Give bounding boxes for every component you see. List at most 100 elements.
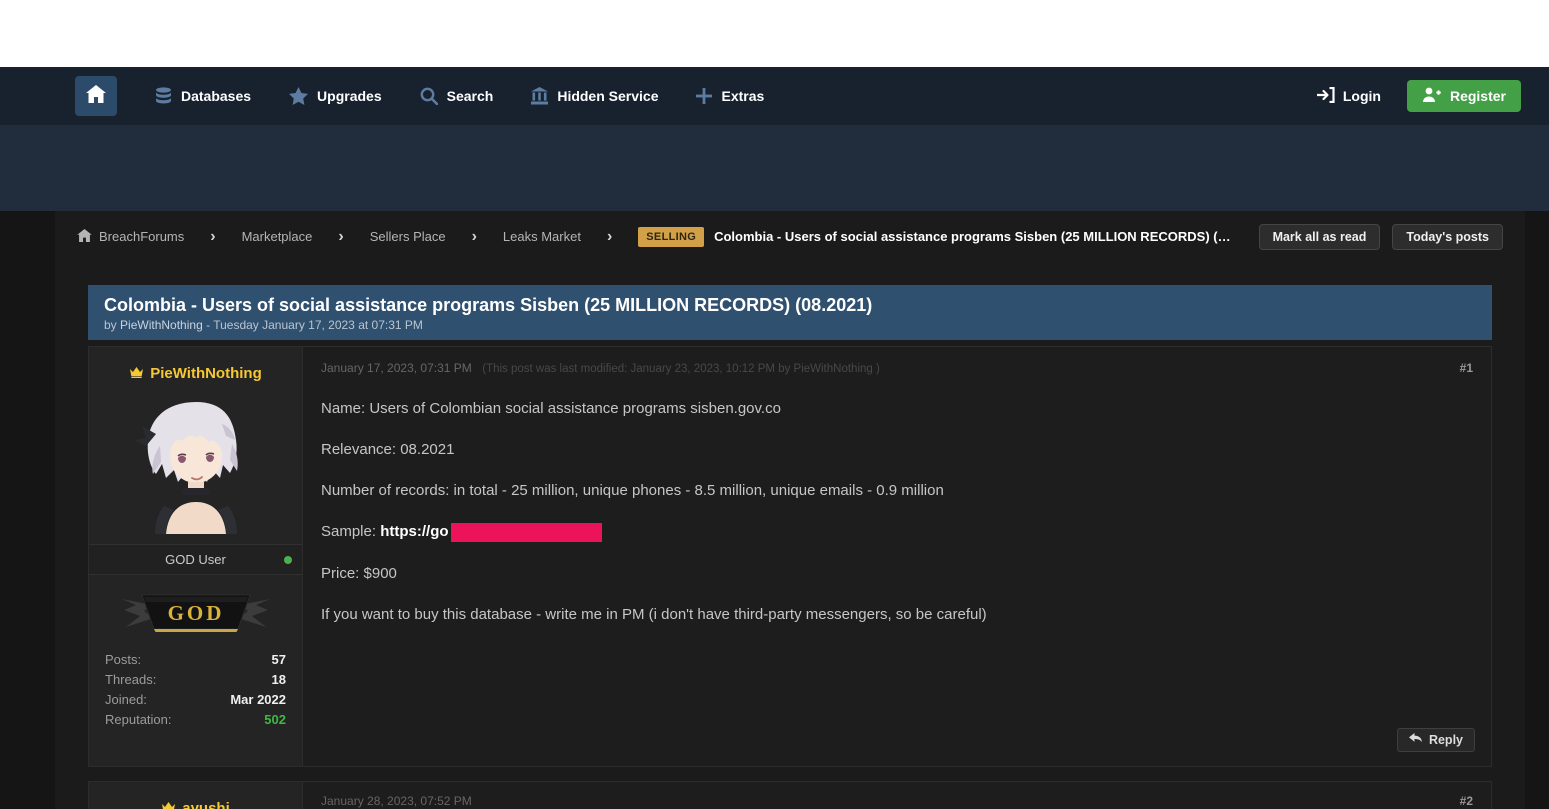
post-meta-row: January 17, 2023, 07:31 PM (This post wa… <box>321 359 1473 377</box>
database-icon <box>155 87 172 105</box>
login-label: Login <box>1343 88 1381 104</box>
nav-item-upgrades[interactable]: Upgrades <box>289 87 382 105</box>
nav-item-label: Search <box>447 88 494 104</box>
post-line-price: Price: $900 <box>321 542 1473 583</box>
breadcrumb-current-thread[interactable]: Colombia - Users of social assistance pr… <box>714 229 1234 244</box>
login-icon <box>1317 87 1335 106</box>
thread-header: Colombia - Users of social assistance pr… <box>88 285 1492 340</box>
nav-item-extras[interactable]: Extras <box>696 88 764 104</box>
author-username-label: ayushi <box>182 800 230 809</box>
breadcrumb-label: Marketplace <box>242 229 313 244</box>
badge-text: GOD <box>167 601 224 625</box>
stat-threads: Threads: 18 <box>105 669 286 689</box>
stat-label: Joined: <box>105 692 147 707</box>
post-line-contact: If you want to buy this database - write… <box>321 583 1473 624</box>
redaction-box <box>451 523 602 542</box>
sample-label: Sample: <box>321 523 376 540</box>
nav-item-hidden-service[interactable]: Hidden Service <box>531 87 658 105</box>
stat-value: 18 <box>272 672 286 687</box>
nav-item-label: Databases <box>181 88 251 104</box>
thread-title: Colombia - Users of social assistance pr… <box>104 294 1476 316</box>
user-plus-icon <box>1422 87 1441 105</box>
register-button[interactable]: Register <box>1407 80 1521 112</box>
post-meta-row: January 28, 2023, 07:52 PM #2 <box>321 794 1473 808</box>
content-wrapper: BreachForums › Marketplace › Sellers Pla… <box>55 211 1525 809</box>
breadcrumb-label: Sellers Place <box>370 229 446 244</box>
user-title-label: GOD User <box>165 552 226 567</box>
todays-posts-button[interactable]: Today's posts <box>1392 224 1503 250</box>
breadcrumb-bar: BreachForums › Marketplace › Sellers Pla… <box>55 211 1525 262</box>
post-line-records: Number of records: in total - 25 million… <box>321 459 1473 500</box>
stat-value: 57 <box>272 652 286 667</box>
online-status-icon <box>284 556 292 564</box>
post-body: January 28, 2023, 07:52 PM #2 <box>303 782 1491 809</box>
thread-author-link[interactable]: PieWithNothing <box>120 318 203 332</box>
group-badge: GOD <box>89 575 302 641</box>
breadcrumb-label: Leaks Market <box>503 229 581 244</box>
author-user-title: GOD User <box>89 544 302 575</box>
thread-byline: by PieWithNothing - Tuesday January 17, … <box>104 318 1476 332</box>
nav-home-button[interactable] <box>75 76 117 116</box>
stat-joined: Joined: Mar 2022 <box>105 689 286 709</box>
nav-item-label: Hidden Service <box>557 88 658 104</box>
author-stats: Posts: 57 Threads: 18 Joined: Mar 2022 <box>89 641 302 743</box>
nav-item-databases[interactable]: Databases <box>155 87 251 105</box>
thread-toolbar: Mark all as read Today's posts <box>1259 224 1503 250</box>
author-username[interactable]: ayushi <box>89 800 302 809</box>
crown-icon <box>129 365 144 382</box>
chevron-right-icon: › <box>338 229 343 245</box>
post-content: Name: Users of Colombian social assistan… <box>321 377 1473 624</box>
reply-button[interactable]: Reply <box>1397 728 1475 752</box>
byline-prefix: by <box>104 318 117 332</box>
stat-label: Reputation: <box>105 712 172 727</box>
stat-value-reputation[interactable]: 502 <box>264 712 286 727</box>
stat-label: Threads: <box>105 672 156 687</box>
author-username-label: PieWithNothing <box>150 365 262 382</box>
chevron-right-icon: › <box>210 229 215 245</box>
post-2: ayushi January 28, 2023, 07:52 PM #2 <box>88 781 1492 809</box>
crown-icon <box>161 800 176 809</box>
avatar[interactable] <box>126 394 266 534</box>
byline-suffix: - Tuesday January 17, 2023 at 07:31 PM <box>206 318 423 332</box>
reply-row: Reply <box>1397 728 1475 752</box>
stat-label: Posts: <box>105 652 141 667</box>
chevron-right-icon: › <box>472 229 477 245</box>
breadcrumb-label: BreachForums <box>99 229 184 244</box>
stat-value: Mar 2022 <box>230 692 286 707</box>
main-navbar: Databases Upgrades Search Hidden Service… <box>0 67 1549 125</box>
browser-white-strip <box>0 0 1549 67</box>
post-line-relevance: Relevance: 08.2021 <box>321 418 1473 459</box>
home-icon <box>86 85 106 108</box>
post-modified-note: (This post was last modified: January 23… <box>482 363 880 375</box>
post-number-link[interactable]: #2 <box>1460 794 1473 808</box>
building-icon <box>531 87 548 105</box>
post-body: January 17, 2023, 07:31 PM (This post wa… <box>303 347 1491 766</box>
nav-item-label: Upgrades <box>317 88 382 104</box>
mark-all-read-button[interactable]: Mark all as read <box>1259 224 1381 250</box>
thread-container: Colombia - Users of social assistance pr… <box>88 285 1492 809</box>
login-button[interactable]: Login <box>1317 87 1381 106</box>
post-number-link[interactable]: #1 <box>1460 361 1473 375</box>
breadcrumb-item-marketplace[interactable]: Marketplace <box>242 229 313 244</box>
author-username[interactable]: PieWithNothing <box>89 365 302 382</box>
forum-page: Databases Upgrades Search Hidden Service… <box>0 0 1549 809</box>
search-icon <box>420 87 438 105</box>
home-icon <box>77 229 92 245</box>
reply-arrow-icon <box>1409 733 1422 747</box>
nav-item-label: Extras <box>721 88 764 104</box>
reply-label: Reply <box>1429 733 1463 747</box>
selling-badge: SELLING <box>638 227 704 247</box>
post-author-panel: PieWithNothing <box>89 347 303 766</box>
breadcrumb-item-forums[interactable]: BreachForums <box>77 229 184 245</box>
post-1: PieWithNothing <box>88 346 1492 767</box>
stat-posts: Posts: 57 <box>105 649 286 669</box>
breadcrumb-item-leaks-market[interactable]: Leaks Market <box>503 229 581 244</box>
post-author-panel: ayushi <box>89 782 303 809</box>
nav-item-search[interactable]: Search <box>420 87 494 105</box>
breadcrumb-item-sellers-place[interactable]: Sellers Place <box>370 229 446 244</box>
star-icon <box>289 87 308 105</box>
post-line-name: Name: Users of Colombian social assistan… <box>321 377 1473 418</box>
breadcrumb: BreachForums › Marketplace › Sellers Pla… <box>77 227 1234 247</box>
post-date: January 28, 2023, 07:52 PM <box>321 794 472 808</box>
sample-link[interactable]: https://go <box>380 523 448 540</box>
